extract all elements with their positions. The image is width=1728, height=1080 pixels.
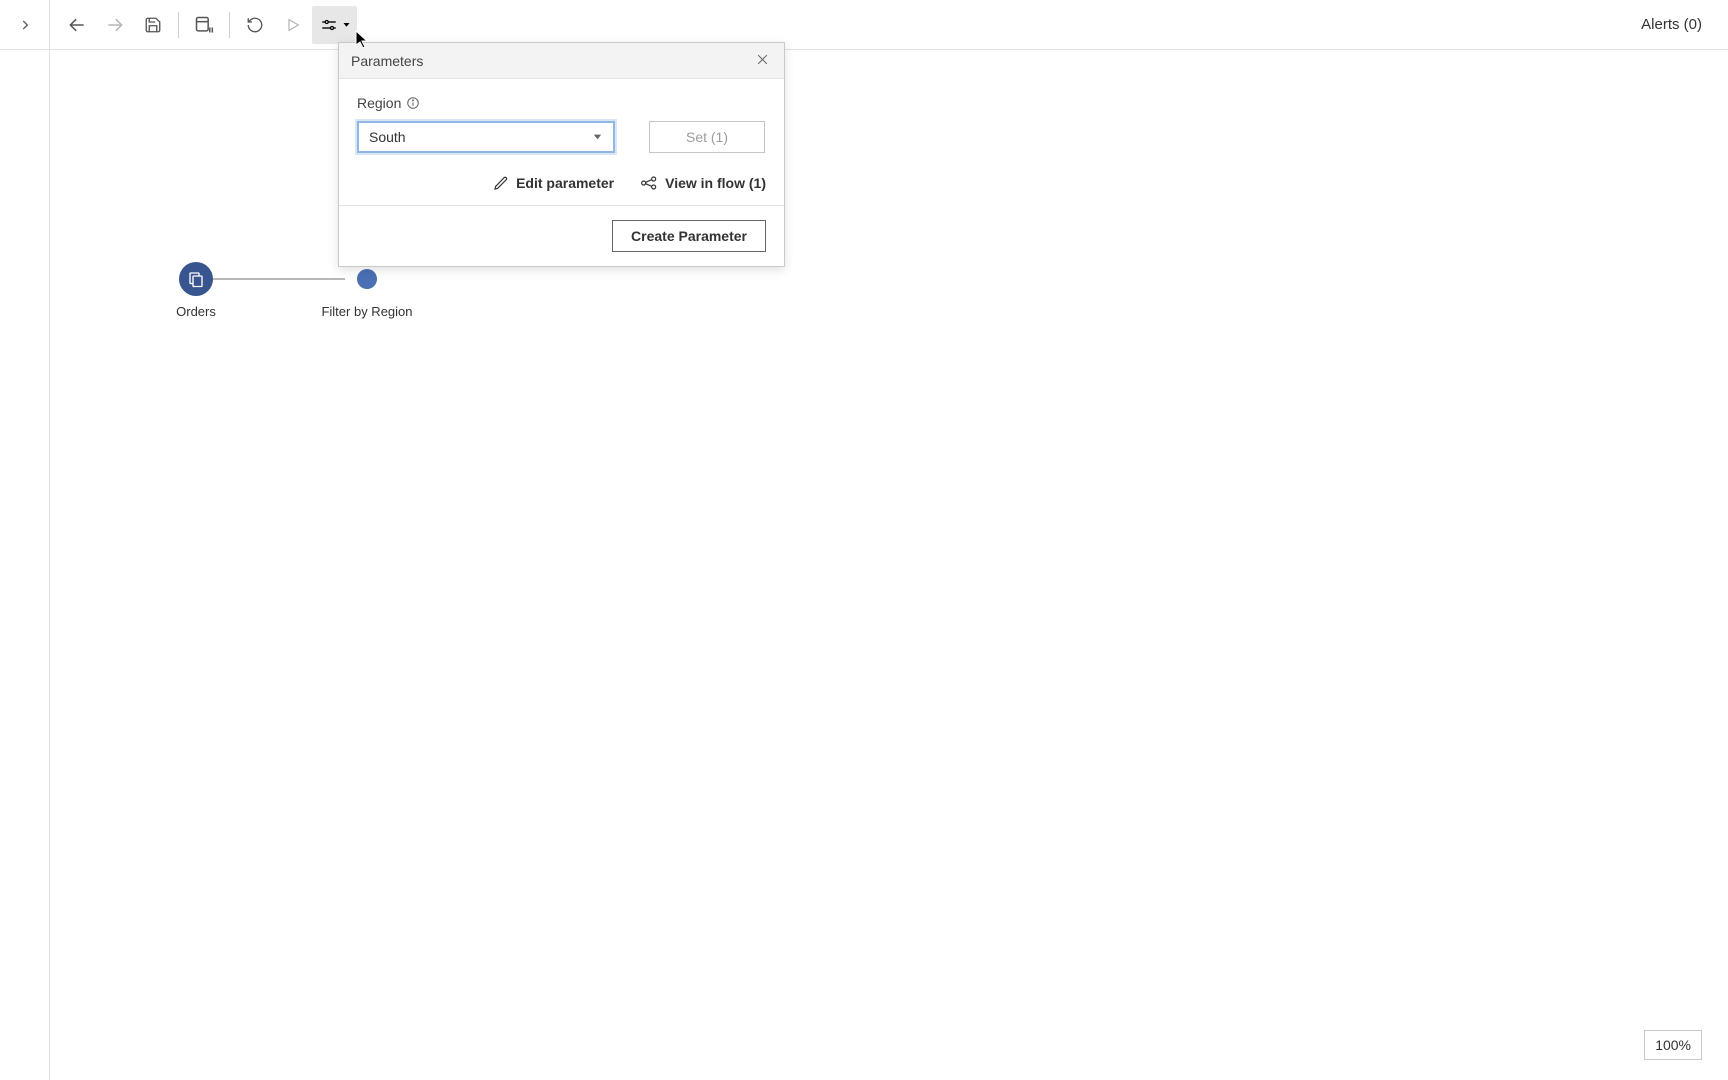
node-icon-clean xyxy=(357,269,377,289)
edit-parameter-link[interactable]: Edit parameter xyxy=(493,175,614,191)
parameter-value-dropdown[interactable]: South xyxy=(357,121,615,153)
toolbar-separator xyxy=(178,12,179,38)
expand-side-panel-button[interactable] xyxy=(0,0,50,50)
caret-down-icon xyxy=(342,20,351,29)
alerts-indicator[interactable]: Alerts (0) xyxy=(1623,16,1720,33)
parameter-actions: Edit parameter View in flow (1) xyxy=(357,175,766,191)
node-icon-datasource xyxy=(179,262,213,296)
sliders-icon xyxy=(320,16,338,34)
arrow-right-icon xyxy=(105,15,125,35)
save-icon xyxy=(144,16,162,34)
arrow-left-icon xyxy=(67,15,87,35)
edit-parameter-label: Edit parameter xyxy=(516,175,614,191)
node-label: Filter by Region xyxy=(307,304,427,319)
zoom-indicator[interactable]: 100% xyxy=(1644,1030,1702,1060)
save-button[interactable] xyxy=(134,6,172,44)
refresh-icon xyxy=(246,16,264,34)
refresh-button[interactable] xyxy=(236,6,274,44)
popover-body: Region South Set (1) Edit parameter xyxy=(339,79,784,205)
parameters-popover: Parameters Region South Set (1) Edit pa xyxy=(338,42,785,267)
popover-header: Parameters xyxy=(339,43,784,79)
flow-node-orders[interactable]: Orders xyxy=(136,262,256,319)
parameter-field-label-row: Region xyxy=(357,95,766,111)
create-parameter-button[interactable]: Create Parameter xyxy=(612,220,766,252)
flow-canvas[interactable]: Orders Filter by Region 100% xyxy=(50,50,1728,1080)
data-pane-button[interactable] xyxy=(185,6,223,44)
back-button[interactable] xyxy=(58,6,96,44)
info-circle-icon xyxy=(406,96,420,110)
info-icon[interactable] xyxy=(406,96,420,110)
node-label: Orders xyxy=(136,304,256,319)
forward-button[interactable] xyxy=(96,6,134,44)
chevron-right-icon xyxy=(18,18,32,32)
flow-node-filter[interactable]: Filter by Region xyxy=(307,269,427,319)
parameter-selected-value: South xyxy=(369,129,406,145)
play-icon xyxy=(285,17,301,33)
left-rail xyxy=(0,50,50,1080)
pencil-icon xyxy=(493,175,509,191)
run-flow-button[interactable] xyxy=(274,6,312,44)
parameter-field-label: Region xyxy=(357,95,401,111)
database-icon xyxy=(187,270,205,288)
toolbar: Alerts (0) xyxy=(50,0,1728,50)
popover-close-button[interactable] xyxy=(753,52,772,70)
data-pause-icon xyxy=(194,15,214,35)
set-parameter-button[interactable]: Set (1) xyxy=(649,121,765,153)
view-in-flow-label: View in flow (1) xyxy=(665,175,766,191)
popover-footer: Create Parameter xyxy=(339,205,784,266)
caret-down-icon xyxy=(592,129,603,145)
toolbar-separator xyxy=(229,12,230,38)
flow-icon xyxy=(640,175,658,191)
close-icon xyxy=(755,52,770,67)
parameter-value-row: South Set (1) xyxy=(357,121,766,153)
parameters-toolbar-button[interactable] xyxy=(312,6,357,44)
view-in-flow-link[interactable]: View in flow (1) xyxy=(640,175,766,191)
popover-title: Parameters xyxy=(351,53,423,69)
